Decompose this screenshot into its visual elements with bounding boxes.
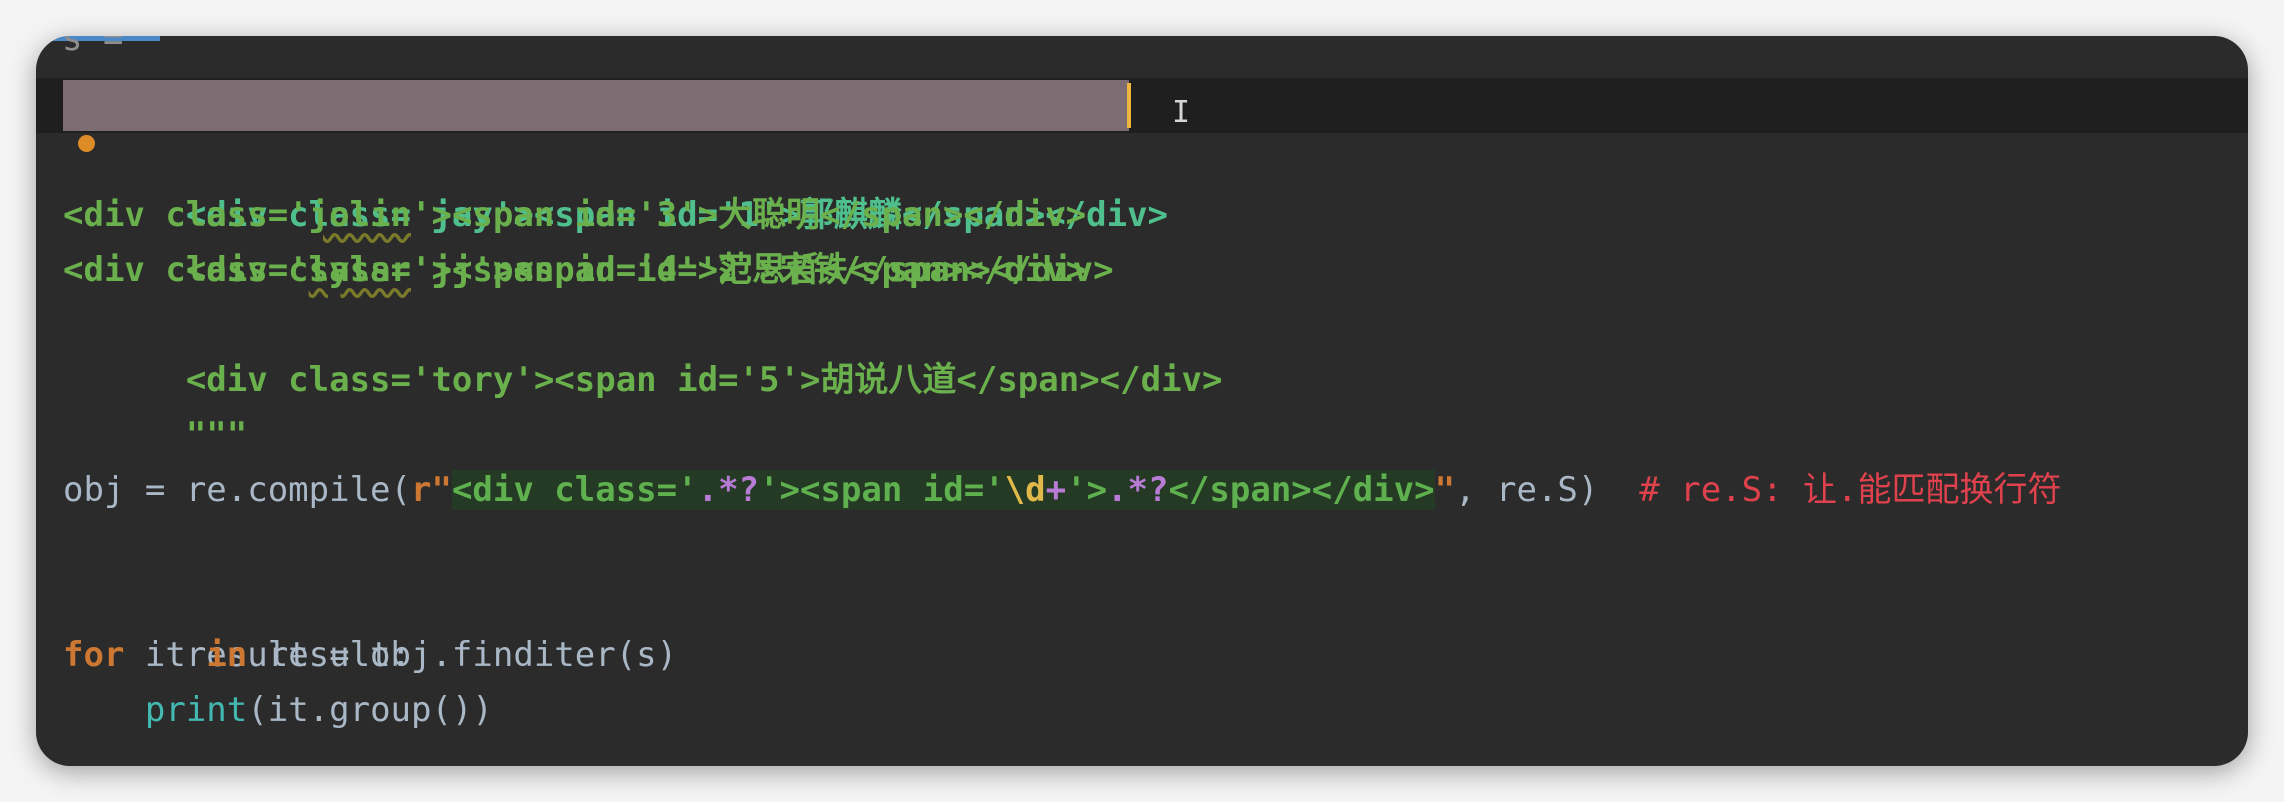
code-line-9[interactable] [36, 518, 2248, 573]
partial-top-line: s = [36, 36, 2248, 79]
text-caret [1127, 83, 1131, 128]
code-token: it [124, 635, 207, 675]
code-line-11[interactable]: for it in result: [36, 628, 2248, 683]
spelling-warning: sylar [308, 250, 411, 290]
builtin-print: print [144, 690, 248, 730]
code-token: , re.S) [1455, 470, 1640, 510]
html-string: <div class=' [63, 250, 309, 290]
partial-code-text: s = [62, 36, 124, 59]
bookmark-dot-icon[interactable] [78, 135, 95, 152]
code-line-1[interactable]: <div class='jay'><span id='1'>郭麒麟</span>… [36, 78, 2248, 235]
code-line-10[interactable]: result = obj.finditer(s) [36, 573, 2248, 675]
code-line-12[interactable]: print(it.group()) [36, 683, 2248, 738]
code-line-5[interactable]: <div class='tory'><span id='5'>胡说八道</spa… [36, 298, 2248, 400]
spelling-warning: jolin [308, 195, 411, 235]
text-selection [63, 80, 1129, 131]
code-token: result: [247, 635, 412, 675]
text-cursor-icon: I [1172, 95, 1191, 130]
code-line-3[interactable]: <div class='jolin'><span id='3'>大聪明</spa… [36, 188, 2248, 243]
code-token: obj = re.compile( [63, 470, 411, 510]
regex-literal: <div class='.*?'><span id='\d+'>.*?</spa… [451, 470, 1435, 510]
html-string: '><span id='4'>范思哲</span></div> [411, 250, 1087, 290]
code-editor-window: s = <div class='jay'><span id='1'>郭麒麟</s… [36, 36, 2248, 766]
html-string: '><span id='3'>大聪明</span></div> [411, 195, 1087, 235]
code-line-2[interactable]: <div class='jj'><span id='2'>宋铁</span></… [36, 133, 2248, 290]
code-area[interactable]: <div class='jay'><span id='1'>郭麒麟</span>… [36, 78, 2248, 738]
code-token: (it.group()) [247, 690, 493, 730]
code-comment: # re.S: 让.能匹配换行符 [1639, 470, 2062, 510]
keyword-in: in [206, 635, 248, 675]
keyword-for: for [63, 635, 125, 675]
code-line-6[interactable]: """ [36, 353, 2248, 455]
raw-string-prefix: r" [411, 470, 452, 510]
code-line-7[interactable] [36, 408, 2248, 463]
html-string: <div class=' [63, 195, 309, 235]
code-line-8[interactable]: obj = re.compile(r"<div class='.*?'><spa… [36, 463, 2248, 518]
string-quote: " [1434, 470, 1456, 510]
code-line-4[interactable]: <div class='sylar'><span id='4'>范思哲</spa… [36, 243, 2248, 298]
